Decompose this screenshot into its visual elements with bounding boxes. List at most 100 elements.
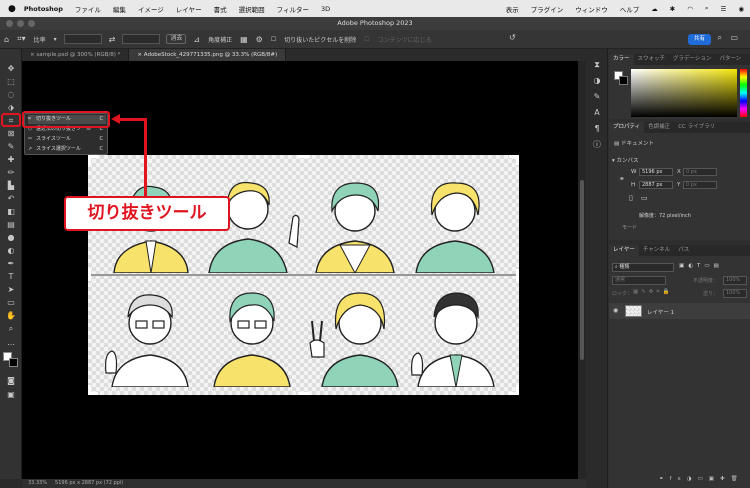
width-field[interactable]: 5196 px: [639, 168, 673, 176]
tab-channels[interactable]: チャンネル: [639, 245, 674, 256]
ratio-height-input[interactable]: [122, 34, 161, 44]
search-icon[interactable]: ⌕: [705, 4, 709, 13]
share-button[interactable]: 共有: [687, 34, 711, 45]
zoom-level[interactable]: 33.33%: [28, 480, 47, 486]
path-selection-tool-icon[interactable]: ➤: [4, 284, 18, 295]
flyout-item-slice-select[interactable]: ➚ スライス選択ツール C: [28, 145, 106, 154]
y-field[interactable]: 0 px: [683, 181, 717, 189]
tab-adjustments[interactable]: 色調補正: [644, 122, 674, 133]
history-panel-icon[interactable]: ⧗: [590, 59, 604, 70]
menu-filter[interactable]: フィルター: [277, 4, 309, 14]
menu-edit[interactable]: 編集: [113, 4, 126, 14]
history-brush-tool-icon[interactable]: ↶: [4, 193, 18, 204]
brush-panel-icon[interactable]: ✎: [590, 91, 604, 102]
gear-icon[interactable]: ⚙: [256, 35, 263, 44]
document-image[interactable]: [88, 155, 519, 395]
paragraph-panel-icon[interactable]: ¶: [590, 123, 604, 134]
quick-mask-icon[interactable]: ◙: [4, 375, 18, 386]
screen-mode-icon[interactable]: ▣: [4, 389, 18, 400]
content-aware-checkbox[interactable]: ☐: [364, 36, 369, 43]
x-field[interactable]: 0 px: [683, 168, 717, 176]
height-field[interactable]: 2887 px: [639, 181, 673, 189]
grid-overlay-icon[interactable]: ▦: [240, 35, 248, 44]
tab-paths[interactable]: パス: [674, 245, 693, 256]
lasso-tool-icon[interactable]: ◌: [4, 89, 18, 100]
pen-tool-icon[interactable]: ✒: [4, 258, 18, 269]
menu-layer[interactable]: レイヤー: [176, 4, 202, 14]
zoom-tool-icon[interactable]: ⌕: [4, 323, 18, 334]
shape-tool-icon[interactable]: ▭: [4, 297, 18, 308]
more-tools-icon[interactable]: ⋯: [4, 339, 18, 350]
ratio-select[interactable]: 比率: [34, 35, 46, 44]
gradient-tool-icon[interactable]: ▤: [4, 219, 18, 230]
reset-icon[interactable]: ↺: [509, 33, 516, 42]
crop-handle-bottom[interactable]: [298, 392, 310, 395]
scrollbar-thumb[interactable]: [580, 180, 584, 360]
crop-handle-top[interactable]: [298, 155, 310, 158]
orientation-portrait-icon[interactable]: ▯: [629, 194, 633, 202]
marquee-tool-icon[interactable]: ⬚: [4, 76, 18, 87]
info-panel-icon[interactable]: ⓘ: [590, 139, 604, 150]
crop-handle-left[interactable]: [88, 269, 91, 281]
blend-mode-select[interactable]: 通常: [612, 276, 666, 285]
blur-tool-icon[interactable]: ●: [4, 232, 18, 243]
straighten-label[interactable]: 角度補正: [208, 35, 232, 44]
background-color-swatch[interactable]: [9, 358, 18, 367]
canvas-section[interactable]: ▾ カンバス: [612, 156, 639, 164]
swap-icon[interactable]: ⇄: [109, 35, 116, 44]
menu-select[interactable]: 選択範囲: [239, 4, 265, 14]
brush-tool-icon[interactable]: ✏: [4, 167, 18, 178]
crop-handle-top-right[interactable]: [516, 155, 519, 165]
crop-handle-bottom-right[interactable]: [516, 385, 519, 395]
creative-cloud-icon[interactable]: ☁: [651, 5, 658, 13]
wifi-icon[interactable]: ◠: [687, 5, 693, 13]
home-icon[interactable]: ⌂: [4, 35, 9, 44]
clear-button[interactable]: 消去: [166, 34, 187, 44]
crop-handle-right[interactable]: [516, 269, 519, 281]
hue-slider[interactable]: [740, 69, 747, 117]
tab-properties[interactable]: プロパティ: [609, 122, 645, 133]
menu-app-name[interactable]: Photoshop: [24, 5, 63, 13]
delete-pixels-checkbox[interactable]: ☐: [271, 36, 276, 43]
adjustments-panel-icon[interactable]: ◑: [590, 75, 604, 86]
flyout-item-slice[interactable]: ✂ スライスツール C: [28, 135, 106, 144]
crop-tool-preset-icon[interactable]: ⌗▾: [17, 34, 26, 44]
orientation-landscape-icon[interactable]: ▭: [641, 194, 648, 202]
tab-swatches[interactable]: スウォッチ: [634, 54, 670, 65]
color-picker-field[interactable]: [631, 69, 737, 117]
tab-patterns[interactable]: パターン: [715, 54, 745, 65]
tab-layers[interactable]: レイヤー: [609, 245, 639, 256]
search-icon[interactable]: ⌕: [718, 33, 722, 43]
menu-plugins[interactable]: プラグイン: [531, 4, 564, 14]
zoom-window-button[interactable]: [28, 20, 35, 27]
tab-cc-libraries[interactable]: CC ライブラリ: [674, 122, 719, 133]
layer-row[interactable]: ◉ レイヤー 1: [609, 303, 750, 319]
move-tool-icon[interactable]: ✥: [4, 63, 18, 74]
eye-icon[interactable]: ◉: [613, 307, 618, 314]
link-icon[interactable]: ⚭: [619, 175, 625, 183]
ratio-width-input[interactable]: [63, 34, 102, 44]
background-color-swatch[interactable]: [619, 76, 628, 85]
workspace-icon[interactable]: ▭: [730, 33, 738, 42]
hand-tool-icon[interactable]: ✋: [4, 310, 18, 321]
tab-sample-psd[interactable]: × sample.psd @ 300% (RGB/8) *: [22, 49, 130, 61]
clone-stamp-tool-icon[interactable]: ▙: [4, 180, 18, 191]
menu-view[interactable]: 表示: [506, 4, 519, 14]
layer-filter-icons[interactable]: ▣◐T▭▤: [679, 263, 723, 269]
crop-handle-top-left[interactable]: [88, 155, 91, 165]
object-select-tool-icon[interactable]: ⬗: [4, 102, 18, 113]
tab-color[interactable]: カラー: [609, 54, 634, 65]
siri-icon[interactable]: ◉: [738, 5, 744, 13]
apple-icon[interactable]: ●: [8, 4, 16, 14]
layer-filter-select[interactable]: ⌕ 種類: [612, 263, 674, 272]
menu-help[interactable]: ヘルプ: [620, 4, 640, 14]
frame-tool-icon[interactable]: ⊠: [4, 128, 18, 139]
eyedropper-tool-icon[interactable]: ✎: [4, 141, 18, 152]
dodge-tool-icon[interactable]: ◐: [4, 245, 18, 256]
tab-gradients[interactable]: グラデーション: [669, 54, 715, 65]
crop-handle-bottom-left[interactable]: [88, 385, 91, 395]
straighten-icon[interactable]: ⊿: [193, 35, 200, 44]
type-tool-icon[interactable]: T: [4, 271, 18, 282]
opacity-field[interactable]: 100%: [723, 276, 747, 285]
lock-icons[interactable]: ▦✎✥⌗🔒: [633, 289, 672, 296]
